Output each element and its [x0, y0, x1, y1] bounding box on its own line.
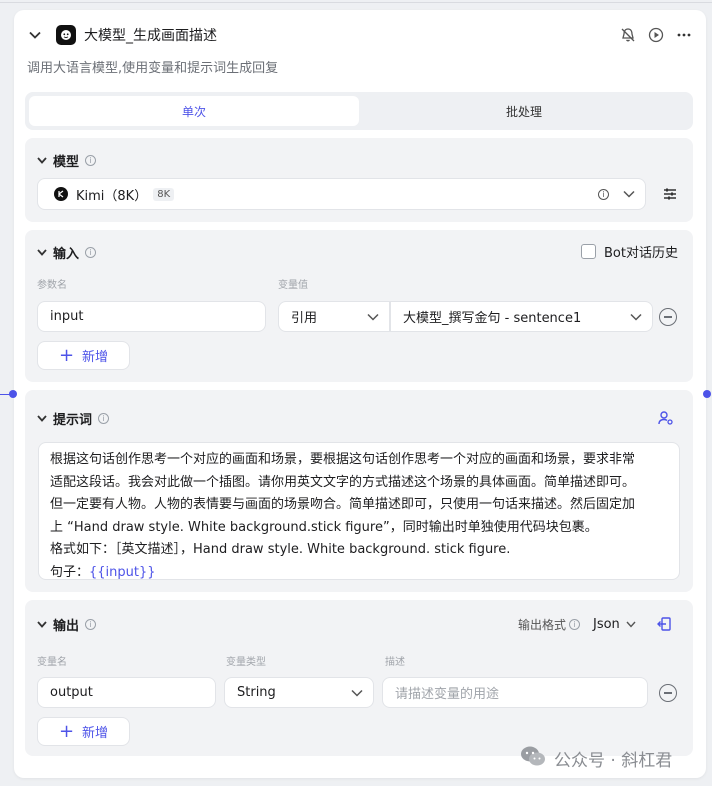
prompt-line: 适配这段话。我会对此做一个插图。请你用英文文字的方式描述这个场景的具体画面。简单…: [50, 474, 636, 490]
output-var-type-select[interactable]: String: [224, 677, 374, 708]
more-options-icon[interactable]: [676, 27, 692, 43]
output-format-info-icon[interactable]: i: [569, 618, 581, 630]
prompt-last-line: 句子：{{input}}: [50, 562, 668, 585]
input-section: 输入 i Bot对话历史 参数名 变量值 input 引用 大模型_撰写金句 -…: [25, 230, 693, 382]
llm-node-icon: [56, 25, 76, 45]
input-param-name-field[interactable]: input: [37, 301, 266, 332]
model-info-icon[interactable]: i: [598, 189, 609, 200]
output-format-value: Json: [593, 616, 620, 632]
run-mode-tabs: 单次 批处理: [25, 92, 693, 130]
prompt-library-icon[interactable]: [658, 410, 674, 430]
source-type-chevron-icon: [367, 313, 379, 321]
output-port-handle[interactable]: [703, 390, 711, 398]
info-icon[interactable]: i: [85, 246, 97, 258]
prompt-line: 格式如下：［英文描述］，Hand draw style. White backg…: [50, 542, 511, 557]
remove-output-row-icon[interactable]: [659, 684, 677, 702]
input-reference-select[interactable]: 大模型_撰写金句 - sentence1: [390, 301, 653, 332]
output-format-label: 输出格式: [518, 617, 567, 632]
input-reference-value: 大模型_撰写金句 - sentence1: [403, 311, 582, 326]
model-settings-icon[interactable]: [663, 187, 677, 205]
var-type-chevron-icon: [351, 689, 363, 697]
output-desc-placeholder: 请描述变量的用途: [395, 687, 500, 702]
prompt-variable-reference[interactable]: {{input}}: [89, 565, 156, 580]
input-source-type-select[interactable]: 引用: [278, 301, 390, 332]
header-actions: [620, 27, 692, 43]
output-collapse-chevron-icon[interactable]: [37, 620, 47, 628]
input-source-type-value: 引用: [291, 311, 318, 326]
model-dropdown-chevron-icon[interactable]: [623, 190, 635, 198]
prompt-section-title: 提示词: [53, 412, 93, 428]
model-select[interactable]: Kimi（8K） 8K i: [37, 178, 646, 210]
prompt-line: 但一定要有人物。人物的表情要与画面的场景吻合。简单描述即可，只使用一句话来描述。…: [50, 497, 636, 512]
reference-chevron-icon: [630, 313, 642, 321]
desc-header: 描述: [385, 657, 405, 668]
tab-batch[interactable]: 批处理: [359, 96, 689, 126]
debug-off-icon[interactable]: [620, 27, 636, 43]
input-param-name-value: input: [50, 309, 84, 324]
info-icon[interactable]: i: [85, 618, 97, 630]
model-name: Kimi（8K）: [76, 188, 148, 204]
var-name-header: 变量名: [37, 657, 67, 668]
prompt-editor[interactable]: 根据这句话创作思考一个对应的画面和场景，要根据这句话创作思考一个对应的画面和场景…: [38, 442, 680, 580]
output-format-group: 输出格式 i: [518, 614, 581, 634]
collapse-chevron-icon[interactable]: [28, 28, 42, 42]
input-port-handle[interactable]: [9, 390, 17, 398]
add-input-label: 新增: [82, 350, 109, 365]
output-var-name-field[interactable]: output: [37, 677, 216, 708]
output-section: 输出 i 输出格式 i Json 变量名 变量类型 描述 output Stri…: [25, 600, 693, 756]
plus-icon: +: [58, 344, 75, 366]
prompt-line: 上 “Hand draw style. White background.sti…: [50, 519, 598, 535]
output-format-chevron-icon: [626, 621, 636, 628]
model-collapse-chevron-icon[interactable]: [37, 156, 47, 164]
run-node-icon[interactable]: [648, 27, 664, 43]
output-section-title: 输出: [53, 618, 80, 634]
output-var-name-value: output: [50, 685, 93, 700]
model-context-badge: 8K: [153, 187, 175, 201]
var-value-header: 变量值: [278, 280, 308, 291]
bot-history-toggle[interactable]: Bot对话历史: [581, 242, 678, 261]
top-divider: [0, 2, 712, 3]
output-format-select[interactable]: Json: [593, 614, 636, 634]
add-input-button[interactable]: + 新增: [37, 341, 130, 370]
kimi-logo-icon: [54, 187, 68, 201]
model-section: 模型 i Kimi（8K） 8K i: [25, 138, 693, 222]
param-name-header: 参数名: [37, 280, 67, 291]
prompt-collapse-chevron-icon[interactable]: [37, 414, 47, 422]
output-var-type-value: String: [237, 685, 276, 700]
watermark-text: 公众号 · 斜杠君: [554, 751, 673, 771]
bot-history-label: Bot对话历史: [604, 246, 678, 261]
prompt-sentence-prefix: 句子：: [50, 564, 90, 580]
output-desc-field[interactable]: 请描述变量的用途: [382, 677, 648, 708]
output-panel-toggle-icon[interactable]: [656, 616, 672, 636]
info-icon[interactable]: i: [98, 412, 110, 424]
node-description: 调用大语言模型,使用变量和提示词生成回复: [27, 61, 279, 76]
tab-single[interactable]: 单次: [29, 96, 359, 126]
input-section-title: 输入: [53, 246, 80, 262]
plus-icon: +: [58, 720, 75, 742]
watermark: 公众号 · 斜杠君: [520, 745, 672, 772]
bot-history-checkbox[interactable]: [581, 244, 596, 259]
input-collapse-chevron-icon[interactable]: [37, 248, 47, 256]
node-header: 大模型_生成画面描述: [28, 24, 692, 46]
add-output-button[interactable]: + 新增: [37, 717, 130, 746]
model-section-title: 模型: [53, 154, 80, 170]
var-type-header: 变量类型: [226, 657, 266, 668]
add-output-label: 新增: [82, 726, 109, 741]
wechat-icon: [520, 745, 546, 772]
remove-input-row-icon[interactable]: [659, 308, 677, 326]
prompt-line: 根据这句话创作思考一个对应的画面和场景，要根据这句话创作思考一个对应的画面和场景…: [50, 452, 636, 467]
info-icon[interactable]: i: [85, 154, 97, 166]
node-title[interactable]: 大模型_生成画面描述: [84, 25, 217, 45]
